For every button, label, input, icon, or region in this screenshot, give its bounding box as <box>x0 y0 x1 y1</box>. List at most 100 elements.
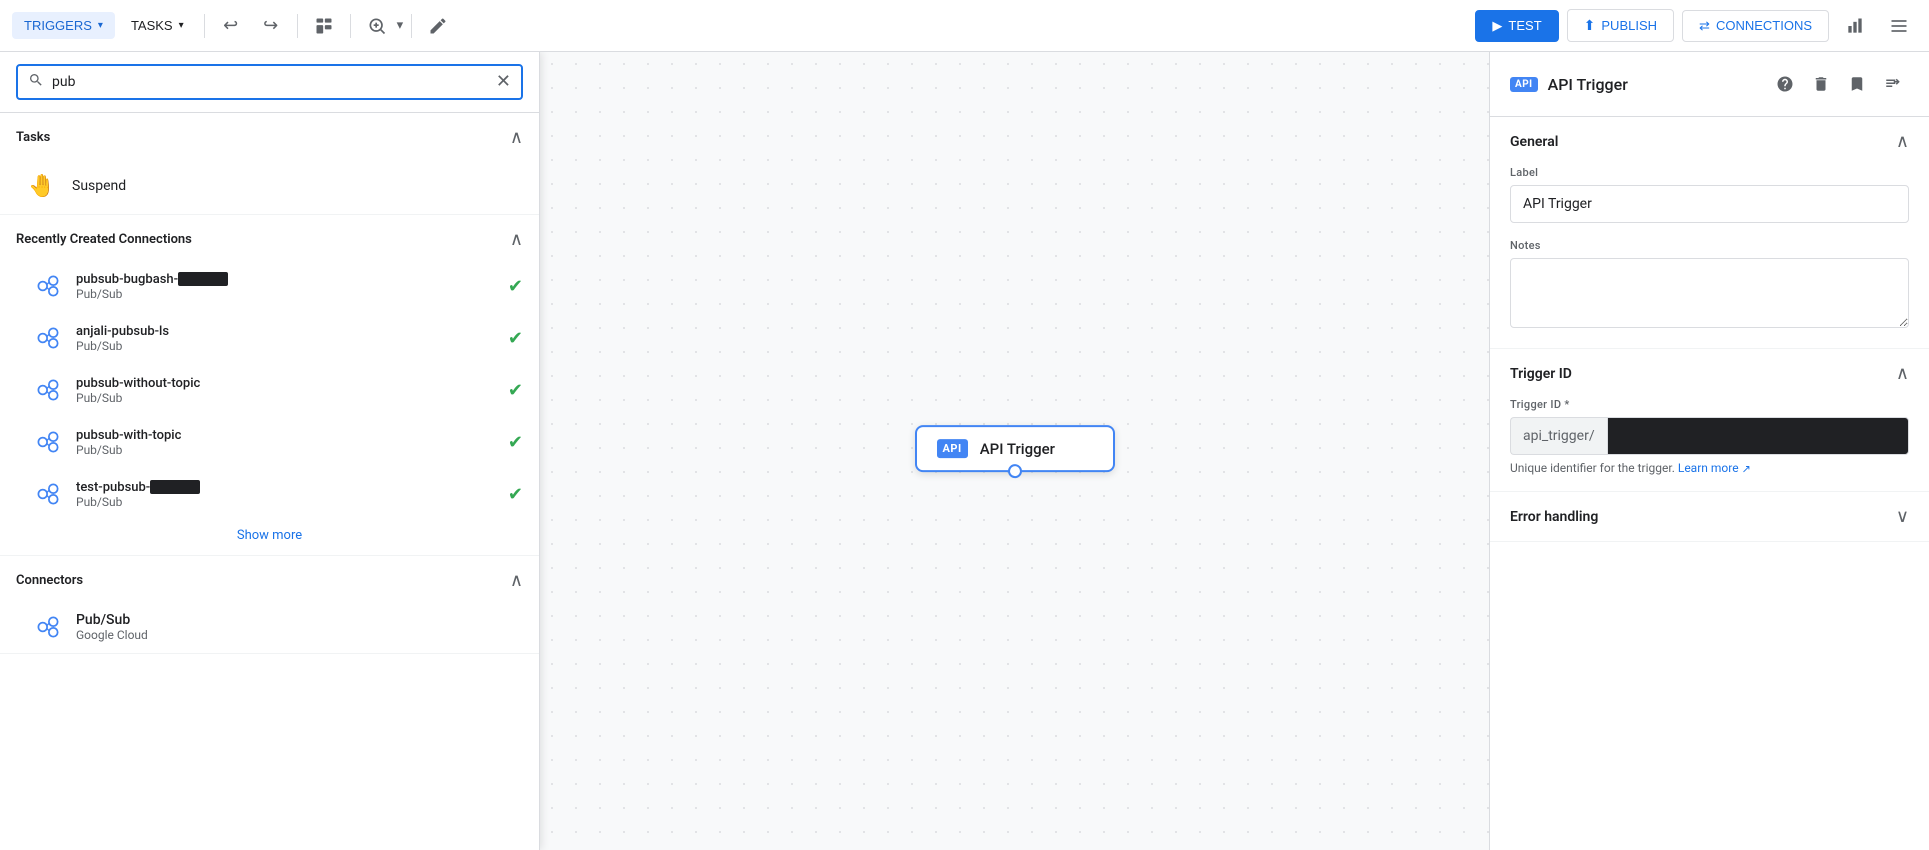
connection-type-0: Pub/Sub <box>76 287 496 301</box>
api-node-label: API Trigger <box>980 440 1055 458</box>
connection-item-0[interactable]: pubsub-bugbash- Pub/Sub ✔ <box>0 260 539 312</box>
connectors-section-header[interactable]: Connectors ∧ <box>0 556 539 601</box>
layout-button[interactable] <box>306 8 342 44</box>
tasks-label: TASKS <box>131 18 173 33</box>
connections-label: CONNECTIONS <box>1716 18 1812 33</box>
bookmark-button[interactable] <box>1841 68 1873 100</box>
connection-info-4: test-pubsub- Pub/Sub <box>76 480 496 509</box>
learn-more-link[interactable]: Learn more ↗ <box>1678 461 1751 475</box>
general-section-title: General <box>1510 134 1558 150</box>
tasks-section-title: Tasks <box>16 130 50 145</box>
recently-created-section: Recently Created Connections ∧ pu <box>0 215 539 556</box>
undo-button[interactable]: ↩ <box>213 8 249 44</box>
pubsub-icon-4 <box>32 478 64 510</box>
close-panel-button[interactable] <box>1877 68 1909 100</box>
delete-button[interactable] <box>1805 68 1837 100</box>
test-button[interactable]: ▶ TEST <box>1475 10 1558 42</box>
zoom-button[interactable] <box>359 8 395 44</box>
connectors-section-chevron-icon: ∧ <box>510 570 523 591</box>
rp-title: API Trigger <box>1548 75 1759 94</box>
connection-status-4: ✔ <box>508 484 523 505</box>
rp-api-badge: API <box>1510 77 1538 92</box>
search-wrapper: ✕ <box>0 52 539 113</box>
search-input[interactable] <box>52 74 488 90</box>
connector-item-pubsub[interactable]: Pub/Sub Google Cloud <box>0 601 539 653</box>
label-field-input[interactable] <box>1510 185 1909 223</box>
connection-name-1: anjali-pubsub-ls <box>76 324 496 339</box>
connection-name-0: pubsub-bugbash- <box>76 272 496 287</box>
trigger-id-help: Unique identifier for the trigger. Learn… <box>1510 461 1909 475</box>
test-label: TEST <box>1508 18 1541 33</box>
search-clear-icon[interactable]: ✕ <box>496 73 511 91</box>
search-box: ✕ <box>16 64 523 100</box>
connector-pubsub-icon <box>32 611 64 643</box>
tasks-section-chevron-icon: ∧ <box>510 127 523 148</box>
error-handling-section-chevron-icon: ∨ <box>1896 506 1909 527</box>
publish-label: PUBLISH <box>1601 18 1657 33</box>
left-panel: ✕ Tasks ∧ 🤚 Suspend Recently Created Con… <box>0 52 540 850</box>
trigger-id-section-title: Trigger ID <box>1510 366 1572 382</box>
publish-button[interactable]: ⬆ PUBLISH <box>1567 9 1674 42</box>
connection-name-2: pubsub-without-topic <box>76 376 496 391</box>
general-section-header[interactable]: General ∧ <box>1490 117 1929 166</box>
error-handling-section: Error handling ∨ <box>1490 492 1929 542</box>
pubsub-icon-1 <box>32 322 64 354</box>
pubsub-icon-3 <box>32 426 64 458</box>
help-button[interactable] <box>1769 68 1801 100</box>
tasks-button[interactable]: TASKS ▾ <box>119 12 196 39</box>
right-panel: API API Trigger General ∧ <box>1489 52 1929 850</box>
error-handling-section-title: Error handling <box>1510 509 1598 525</box>
connectors-section: Connectors ∧ Pub/Sub Google Cloud <box>0 556 539 654</box>
notes-field-input[interactable] <box>1510 258 1909 328</box>
pubsub-icon-2 <box>32 374 64 406</box>
analytics-button[interactable] <box>1837 8 1873 44</box>
trigger-id-field-group: Trigger ID * api_trigger/ Unique identif… <box>1490 398 1929 491</box>
connection-type-1: Pub/Sub <box>76 339 496 353</box>
task-item-suspend[interactable]: 🤚 Suspend <box>0 158 539 214</box>
publish-icon: ⬆ <box>1584 17 1596 34</box>
recently-created-title: Recently Created Connections <box>16 232 192 247</box>
toolbar-divider-2 <box>297 14 298 38</box>
error-handling-section-header[interactable]: Error handling ∨ <box>1490 492 1929 541</box>
connection-item-2[interactable]: pubsub-without-topic Pub/Sub ✔ <box>0 364 539 416</box>
connector-pubsub-sub: Google Cloud <box>76 628 148 642</box>
trigger-id-value-input[interactable] <box>1607 417 1909 455</box>
toolbar: TRIGGERS ▾ TASKS ▾ ↩ ↪ ▾ ▶ TEST ⬆ PUBLI <box>0 0 1929 52</box>
connection-item-4[interactable]: test-pubsub- Pub/Sub ✔ <box>0 468 539 520</box>
redo-button[interactable]: ↪ <box>253 8 289 44</box>
connection-name-3: pubsub-with-topic <box>76 428 496 443</box>
triggers-button[interactable]: TRIGGERS ▾ <box>12 12 115 39</box>
connection-status-1: ✔ <box>508 328 523 349</box>
connection-type-3: Pub/Sub <box>76 443 496 457</box>
connection-item-1[interactable]: anjali-pubsub-ls Pub/Sub ✔ <box>0 312 539 364</box>
toolbar-divider-1 <box>204 14 205 38</box>
triggers-label: TRIGGERS <box>24 18 92 33</box>
trigger-id-help-text: Unique identifier for the trigger. <box>1510 461 1675 475</box>
recently-created-chevron-icon: ∧ <box>510 229 523 250</box>
recently-created-section-header[interactable]: Recently Created Connections ∧ <box>0 215 539 260</box>
connector-pubsub-info: Pub/Sub Google Cloud <box>76 612 148 642</box>
trigger-id-section-header[interactable]: Trigger ID ∧ <box>1490 349 1929 398</box>
edit-mode-button[interactable] <box>420 8 456 44</box>
connection-status-0: ✔ <box>508 276 523 297</box>
api-node-badge: API <box>937 439 968 458</box>
connection-item-3[interactable]: pubsub-with-topic Pub/Sub ✔ <box>0 416 539 468</box>
connection-type-2: Pub/Sub <box>76 391 496 405</box>
api-trigger-node[interactable]: API API Trigger <box>915 425 1115 472</box>
connection-info-1: anjali-pubsub-ls Pub/Sub <box>76 324 496 353</box>
connection-info-0: pubsub-bugbash- Pub/Sub <box>76 272 496 301</box>
trigger-id-prefix: api_trigger/ <box>1510 417 1607 455</box>
connection-info-3: pubsub-with-topic Pub/Sub <box>76 428 496 457</box>
tasks-section-header[interactable]: Tasks ∧ <box>0 113 539 158</box>
connection-info-2: pubsub-without-topic Pub/Sub <box>76 376 496 405</box>
show-more-link[interactable]: Show more <box>0 520 539 555</box>
tasks-section: Tasks ∧ 🤚 Suspend <box>0 113 539 215</box>
trigger-id-field-label: Trigger ID * <box>1510 398 1909 411</box>
connections-button[interactable]: ⇄ CONNECTIONS <box>1682 10 1829 42</box>
canvas: API API Trigger <box>540 52 1489 850</box>
more-options-button[interactable] <box>1881 8 1917 44</box>
label-field-label: Label <box>1510 166 1909 179</box>
right-panel-header: API API Trigger <box>1490 52 1929 117</box>
suspend-icon: 🤚 <box>24 168 60 204</box>
main-area: ✕ Tasks ∧ 🤚 Suspend Recently Created Con… <box>0 52 1929 850</box>
